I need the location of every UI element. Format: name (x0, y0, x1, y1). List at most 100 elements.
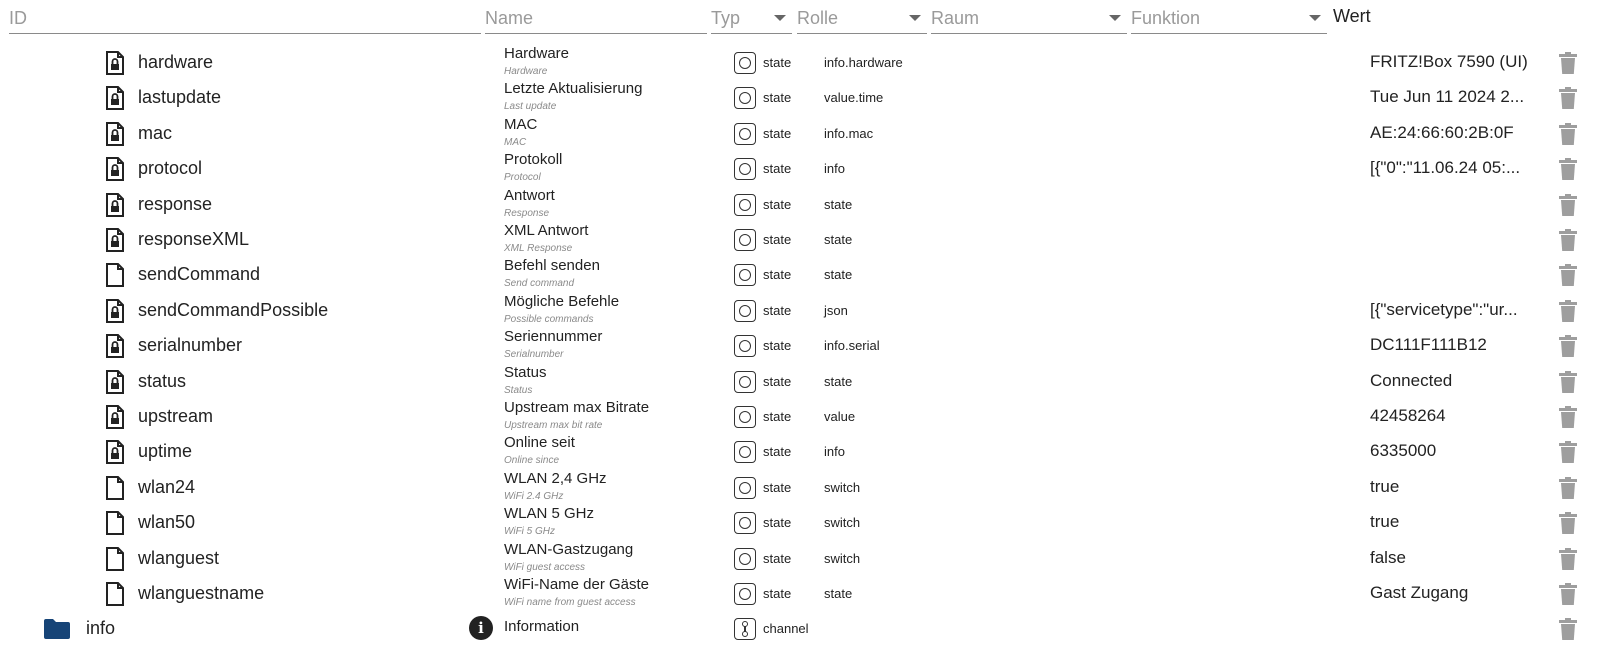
object-id[interactable]: sendCommand (138, 264, 260, 285)
state-type-icon (734, 122, 756, 145)
object-value[interactable]: true (1370, 512, 1399, 532)
state-row[interactable]: sendCommandPossible Mögliche Befehle Possi… (0, 292, 1601, 328)
object-role: switch (824, 515, 861, 531)
object-id[interactable]: response (138, 194, 212, 215)
trash-icon[interactable] (1559, 299, 1577, 322)
object-id[interactable]: responseXML (138, 229, 249, 250)
trash-icon[interactable] (1559, 87, 1577, 110)
state-row[interactable]: mac MAC MAC state info.mac AE:24:66:60:2B:0F (0, 115, 1601, 151)
object-id[interactable]: wlan24 (138, 477, 195, 498)
trash-icon[interactable] (1559, 335, 1577, 358)
state-row[interactable]: serialnumber Seriennummer Serialnumber stat… (0, 327, 1601, 363)
trash-icon[interactable] (1559, 264, 1577, 287)
id-filter-placeholder: ID (9, 8, 27, 28)
folder-row[interactable]: info i Information channel (0, 610, 1601, 646)
object-id[interactable]: wlanguestname (138, 583, 264, 604)
room-filter-select[interactable]: Raum (931, 2, 1127, 34)
object-id[interactable]: hardware (138, 52, 213, 73)
state-row[interactable]: wlanguestname WiFi-Name der Gäste WiFi nam… (0, 575, 1601, 611)
trash-icon[interactable] (1559, 476, 1577, 499)
id-filter-input[interactable]: ID (9, 2, 481, 34)
state-row[interactable]: sendCommand Befehl senden Send command stat… (0, 256, 1601, 292)
object-id[interactable]: wlanguest (138, 548, 219, 569)
object-id[interactable]: status (138, 371, 186, 392)
object-id[interactable]: sendCommandPossible (138, 300, 328, 321)
file-lock-icon (105, 369, 125, 394)
folder-icon[interactable] (44, 619, 70, 640)
state-row[interactable]: status Status Status state state Connected (0, 363, 1601, 399)
object-id[interactable]: info (86, 618, 115, 639)
state-row[interactable]: wlan50 WLAN 5 GHz WiFi 5 GHz state switch tru… (0, 504, 1601, 540)
file-icon (105, 546, 125, 571)
object-value[interactable]: [{"servicetype":"ur... (1370, 300, 1518, 320)
chevron-down-icon (909, 15, 921, 21)
object-name: XML Antwort (504, 222, 589, 239)
state-row[interactable]: upstream Upstream max Bitrate Upstream max… (0, 398, 1601, 434)
object-value[interactable]: Tue Jun 11 2024 2... (1370, 87, 1524, 107)
trash-icon[interactable] (1559, 618, 1577, 641)
state-type-icon (734, 52, 756, 74)
state-row[interactable]: response Antwort Response state state (0, 186, 1601, 222)
state-row[interactable]: wlanguest WLAN-Gastzugang WiFi guest acces… (0, 540, 1601, 576)
object-value[interactable]: true (1370, 477, 1399, 497)
object-value[interactable]: DC111F111B12 (1370, 335, 1487, 355)
trash-icon[interactable] (1559, 547, 1577, 570)
state-type-icon (734, 229, 756, 251)
object-id[interactable]: protocol (138, 158, 202, 179)
object-value[interactable]: Gast Zugang (1370, 583, 1468, 603)
object-id[interactable]: lastupdate (138, 87, 221, 108)
object-name-translation: Online since (504, 455, 560, 467)
trash-icon[interactable] (1559, 122, 1577, 145)
function-filter-placeholder: Funktion (1131, 8, 1201, 28)
name-filter-input[interactable]: Name (485, 2, 707, 34)
object-name-translation: Upstream max bit rate (504, 420, 603, 431)
object-name: Hardware (504, 45, 570, 62)
object-value[interactable]: FRITZ!Box 7590 (UI) (1370, 52, 1528, 72)
object-id[interactable]: upstream (138, 406, 213, 427)
object-id[interactable]: mac (138, 123, 172, 144)
state-type-icon (734, 370, 756, 393)
trash-icon[interactable] (1559, 406, 1577, 428)
object-type: state (763, 515, 792, 531)
state-row[interactable]: responseXML XML Antwort XML Response state s… (0, 221, 1601, 257)
object-id[interactable]: uptime (138, 441, 192, 462)
object-name: Online seit (504, 434, 575, 452)
trash-icon[interactable] (1559, 52, 1577, 74)
state-type-icon (734, 87, 756, 110)
function-filter-select[interactable]: Funktion (1131, 2, 1327, 34)
object-value[interactable]: 6335000 (1370, 441, 1436, 461)
object-value[interactable]: AE:24:66:60:2B:0F (1370, 123, 1514, 143)
object-name-translation: Possible commands (504, 313, 594, 325)
trash-icon[interactable] (1559, 512, 1577, 535)
object-id[interactable]: wlan50 (138, 512, 195, 533)
object-role: info.serial (824, 338, 880, 354)
file-icon (105, 582, 125, 606)
state-type-icon (734, 476, 756, 499)
type-filter-select[interactable]: Typ (711, 2, 792, 34)
state-row[interactable]: hardware Hardware Hardware state info.hardwa… (0, 44, 1601, 80)
object-role: value.time (824, 90, 884, 106)
object-name-translation: Serialnumber (504, 349, 564, 361)
trash-icon[interactable] (1559, 441, 1577, 464)
object-id[interactable]: serialnumber (138, 335, 242, 356)
object-value[interactable]: false (1370, 548, 1406, 568)
trash-icon[interactable] (1559, 370, 1577, 393)
object-value[interactable]: 42458264 (1370, 406, 1446, 426)
object-value[interactable]: Connected (1370, 371, 1452, 391)
trash-icon[interactable] (1559, 193, 1577, 216)
role-filter-select[interactable]: Rolle (797, 2, 927, 34)
object-type: state (763, 586, 792, 601)
object-type: state (763, 267, 792, 283)
trash-icon[interactable] (1559, 583, 1577, 605)
trash-icon[interactable] (1559, 229, 1577, 251)
object-name: Protokoll (504, 151, 563, 169)
state-row[interactable]: protocol Protokoll Protocol state info [{"0":… (0, 150, 1601, 186)
state-row[interactable]: wlan24 WLAN 2,4 GHz WiFi 2.4 GHz state switc… (0, 469, 1601, 505)
object-value[interactable]: [{"0":"11.06.24 05:... (1370, 158, 1520, 178)
state-row[interactable]: lastupdate Letzte Aktualisierung Last upda… (0, 79, 1601, 115)
object-type: state (763, 444, 792, 460)
trash-icon[interactable] (1559, 158, 1577, 181)
state-row[interactable]: uptime Online seit Online since state info 63… (0, 433, 1601, 469)
object-name: Mögliche Befehle (504, 292, 620, 310)
object-role: state (824, 232, 853, 247)
